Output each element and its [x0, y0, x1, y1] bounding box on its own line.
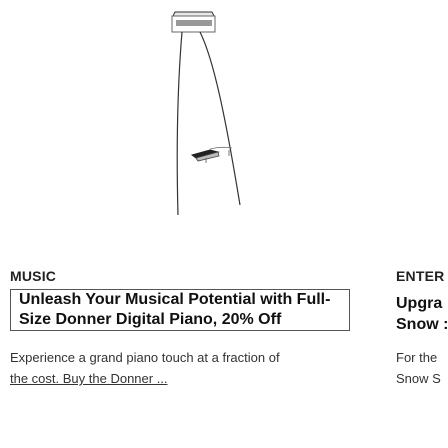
article-description: For the Snow S: [396, 347, 441, 389]
headline-line: Upgra: [396, 295, 443, 312]
article-thumbnail[interactable]: [0, 0, 370, 240]
article-feed: MUSIC Unleash Your Musical Potential wit…: [0, 0, 448, 448]
description-link[interactable]: the cost. Buy the Donner ...: [10, 371, 168, 386]
article-category[interactable]: ENTER: [396, 268, 444, 284]
article-headline-link[interactable]: Upgra Snow :: [396, 293, 448, 335]
headline-line: Size Donner Digital Piano, 20% Off: [19, 311, 282, 328]
article-headline-link[interactable]: Unleash Your Musical Potential with Full…: [10, 289, 350, 331]
description-line[interactable]: Snow S: [396, 371, 441, 386]
article-description: Experience a grand piano touch at a frac…: [10, 347, 310, 389]
description-line: Experience a grand piano touch at a frac…: [10, 350, 280, 365]
article-category[interactable]: MUSIC: [10, 268, 56, 284]
description-line: For the: [396, 350, 438, 365]
headline-line: Unleash Your Musical Potential with Full…: [19, 291, 331, 308]
piano-lamp-sketch-icon: [171, 11, 241, 216]
headline-line: Snow :: [396, 316, 448, 333]
